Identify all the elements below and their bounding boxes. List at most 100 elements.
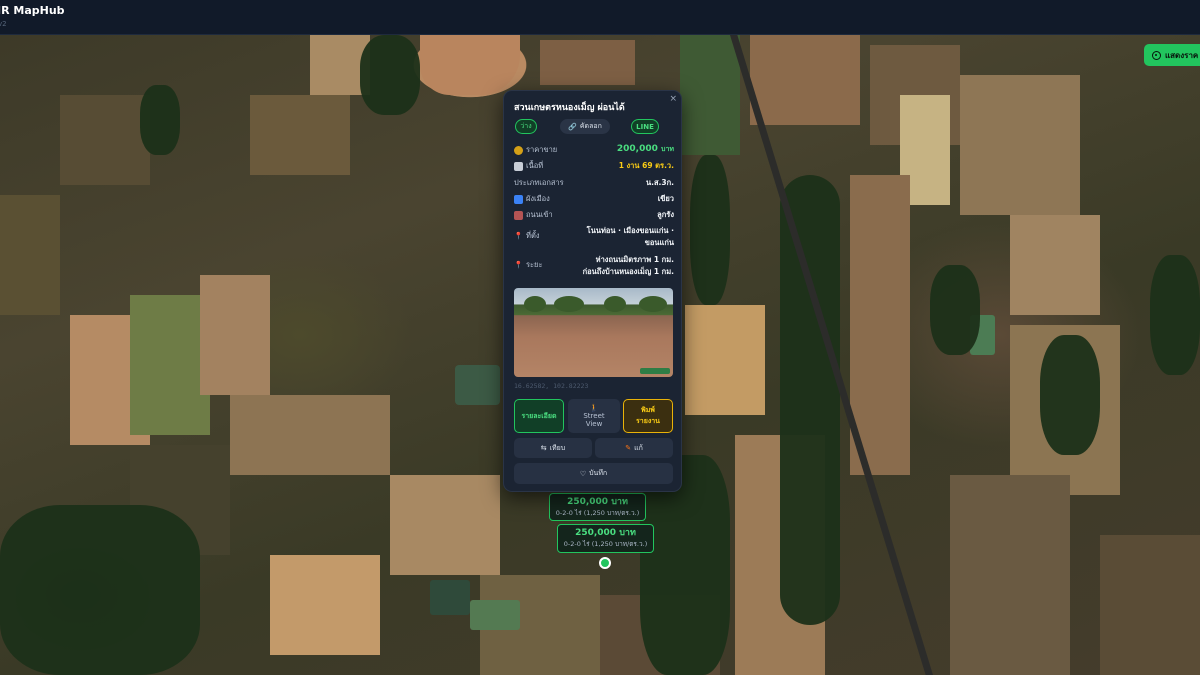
pin-icon: 📍 [514, 231, 523, 240]
farm-field [685, 305, 765, 415]
price-label: ราคาขาย [526, 145, 558, 154]
compare-icon: ⇆ [540, 444, 547, 452]
farm-field [270, 555, 380, 655]
road-icon [514, 210, 523, 220]
photo-watermark [640, 368, 670, 374]
area-row: เนื้อที่ 1 งาน 69 ตร.ว. [514, 160, 674, 172]
compare-button[interactable]: ⇆ เทียบ [514, 438, 592, 458]
farm-field [1010, 215, 1100, 315]
farm-field [230, 395, 390, 475]
tree-line [930, 265, 980, 355]
area-value: 1 งาน 69 ตร.ว. [618, 161, 674, 170]
location-marker[interactable] [599, 557, 611, 569]
edit-label: แก้ [634, 443, 643, 452]
compare-label: เทียบ [549, 443, 566, 452]
price-tag-detail: 0-2-0 ไร่ (1,250 บาท/ตร.ว.) [563, 540, 648, 548]
copy-label: คัดลอก [579, 122, 602, 130]
tree-line [0, 505, 200, 675]
print-report-line1: พิมพ์ [641, 406, 655, 414]
location-row: 📍 ที่ตั้ง โนนท่อน · เมืองขอนแก่น · ขอนแก่น [514, 225, 674, 251]
location-label: ที่ตั้ง [526, 231, 540, 240]
farm-field [750, 35, 860, 125]
copy-button[interactable]: 🔗 คัดลอก [560, 119, 610, 134]
street-view-line1: Street [583, 412, 605, 420]
pin-icon: 📍 [514, 260, 523, 269]
tree-line [1040, 335, 1100, 455]
print-report-button[interactable]: พิมพ์ รายงาน [623, 399, 673, 433]
show-price-label: แสดงราค [1165, 50, 1199, 60]
price-tag[interactable]: 250,000 บาท 0-2-0 ไร่ (1,250 บาท/ตร.ว.) [557, 524, 654, 553]
street-view-button[interactable]: 🚶 Street View [568, 399, 620, 433]
line-button[interactable]: LINE [631, 119, 659, 134]
map-zone-icon [514, 194, 523, 204]
farm-field [390, 475, 500, 575]
price-value: 200,000 [616, 144, 658, 154]
farm-field [0, 195, 60, 315]
app-subtitle: v2 [0, 20, 7, 28]
price-tag[interactable]: 250,000 บาท 0-2-0 ไร่ (1,250 บาท/ตร.ว.) [549, 493, 646, 521]
zone-row: ผังเมือง เขียว [514, 193, 674, 205]
tree-line [360, 35, 420, 115]
photo-tree [554, 296, 584, 312]
property-popup: × สวนเกษตรหนองเม็ญ ผ่อนได้ ว่าง 🔗 คัดลอก… [503, 90, 682, 492]
detail-button[interactable]: รายละเอียด [514, 399, 564, 433]
money-bag-icon [514, 145, 523, 155]
tree-line [140, 85, 180, 155]
location-value-line1: โนนท่อน · เมืองขอนแก่น · [586, 226, 674, 235]
farm-field [200, 275, 270, 395]
property-photo[interactable] [514, 288, 673, 377]
eye-icon [1152, 50, 1161, 60]
deed-row: ประเภทเอกสาร น.ส.3ก. [514, 177, 674, 189]
print-report-line2: รายงาน [636, 417, 660, 425]
tree-line [690, 155, 730, 305]
farm-field [680, 35, 740, 155]
save-label: บันทึก [589, 469, 608, 477]
location-value-line2: ขอนแก่น [644, 238, 674, 247]
farm-field [60, 95, 150, 185]
show-price-button[interactable]: แสดงราค [1144, 44, 1200, 66]
deed-label: ประเภทเอกสาร [514, 178, 564, 187]
zone-label: ผังเมือง [526, 194, 550, 203]
pond [455, 365, 500, 405]
photo-tree [639, 296, 667, 312]
distance-value-line1: ห่างถนนมิตรภาพ 1 กม. [595, 255, 674, 264]
ruler-icon [514, 161, 523, 171]
photo-tree [524, 296, 546, 312]
pond [430, 580, 470, 615]
coordinates: 16.62582, 102.82223 [514, 382, 589, 390]
deed-value: น.ส.3ก. [645, 178, 674, 187]
pond [470, 600, 520, 630]
tree-line [780, 175, 840, 625]
top-bar: IR MapHub v2 [0, 0, 1200, 35]
edit-button[interactable]: ✎ แก้ [595, 438, 673, 458]
area-label: เนื้อที่ [526, 161, 544, 170]
farm-field [540, 40, 635, 85]
zone-value: เขียว [657, 194, 674, 203]
road-value: ลูกรัง [657, 210, 674, 219]
distance-label: ระยะ [526, 260, 543, 269]
distance-row: 📍 ระยะ ห่างถนนมิตรภาพ 1 กม. ก่อนถึงบ้านหนอ… [514, 254, 674, 280]
popup-title: สวนเกษตรหนองเม็ญ ผ่อนได้ [514, 103, 625, 113]
road-row: ถนนเข้า ลูกรัง [514, 209, 674, 221]
farm-field [950, 475, 1070, 675]
farm-field [850, 175, 910, 475]
heart-icon: ♡ [579, 469, 587, 478]
farm-field [250, 95, 350, 175]
farm-field [1100, 535, 1200, 675]
price-tag-price: 250,000 บาท [567, 497, 628, 507]
price-unit: บาท [661, 145, 674, 153]
save-button[interactable]: ♡ บันทึก [514, 463, 673, 484]
farm-field [420, 35, 520, 95]
farm-field [960, 75, 1080, 215]
link-icon: 🔗 [568, 122, 577, 131]
farm-field [130, 295, 210, 435]
status-badge: ว่าง [515, 119, 537, 134]
price-tag-price: 250,000 บาท [575, 528, 636, 538]
road-label: ถนนเข้า [526, 210, 553, 219]
close-icon[interactable]: × [669, 94, 677, 104]
street-view-line2: View [585, 420, 603, 428]
photo-tree [604, 296, 626, 312]
app-title[interactable]: IR MapHub [0, 4, 65, 17]
pencil-icon: ✎ [625, 444, 632, 452]
tree-line [1150, 255, 1200, 375]
